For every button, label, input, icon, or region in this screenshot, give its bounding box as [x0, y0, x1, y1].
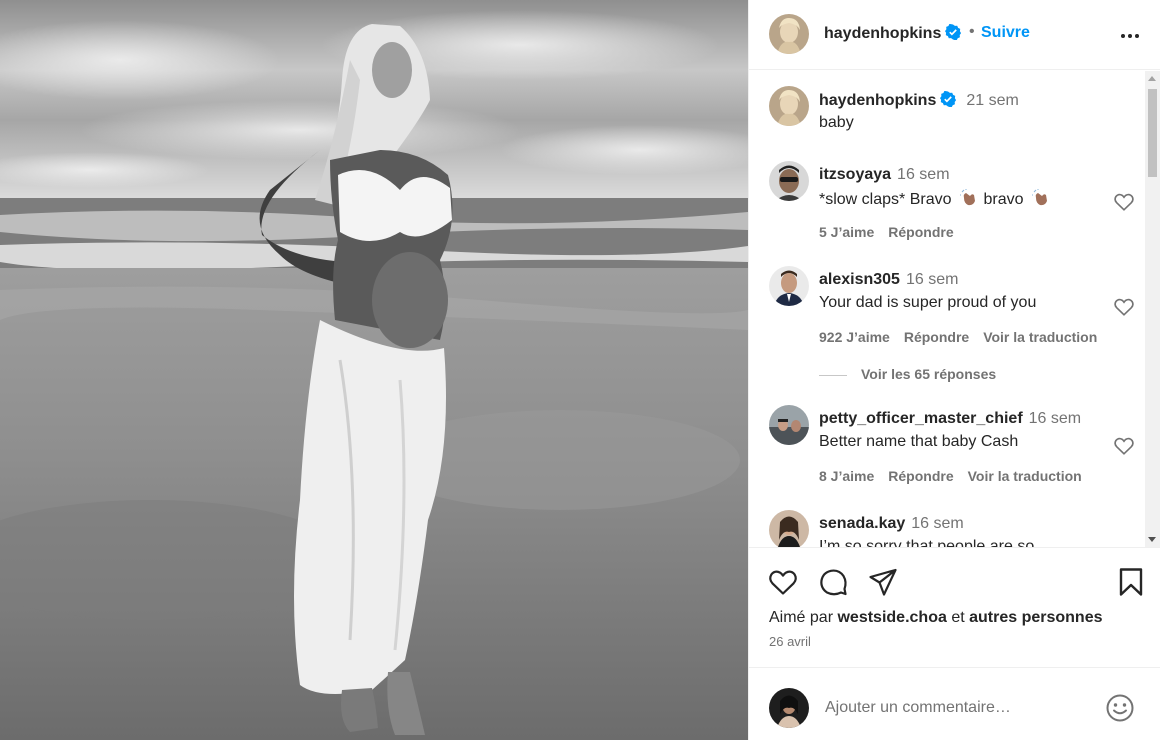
caption-username[interactable]: haydenhopkins 21 sem [819, 91, 1019, 110]
follow-button[interactable]: Suivre [981, 24, 1030, 42]
commenter-username[interactable]: petty_officer_master_chief 16 sem [819, 410, 1081, 428]
more-icon[interactable] [1118, 24, 1142, 48]
replies-divider [819, 374, 847, 376]
current-user-avatar [769, 688, 809, 728]
author-username[interactable]: haydenhopkins [824, 24, 962, 43]
add-comment-bar [749, 667, 1160, 740]
emoji-icon[interactable] [1105, 693, 1135, 723]
view-replies-button[interactable]: Voir les 65 réponses [819, 366, 996, 382]
bookmark-icon[interactable] [1115, 566, 1147, 598]
other-likers-link[interactable]: autres personnes [969, 609, 1102, 626]
heart-icon[interactable] [1113, 191, 1135, 213]
comment-likes-count[interactable]: 922 J’aime [819, 329, 890, 345]
commenter-username[interactable]: senada.kay 16 sem [819, 515, 964, 533]
post-header: haydenhopkins • Suivre [749, 0, 1160, 70]
heart-icon[interactable] [1113, 296, 1135, 318]
translate-button[interactable]: Voir la traduction [983, 329, 1097, 345]
comment-text: I’m so sorry that people are so [819, 538, 1035, 547]
comment-time: 16 sem [911, 515, 964, 532]
translate-button[interactable]: Voir la traduction [968, 468, 1082, 484]
comment-text: *slow claps* Bravo bravo [819, 189, 1056, 209]
comment-time: 16 sem [905, 271, 959, 288]
comment-time: 16 sem [897, 166, 950, 183]
comments-list[interactable]: haydenhopkins 21 sem baby itzsoyaya 16 sem… [749, 71, 1160, 547]
reply-button[interactable]: Répondre [904, 329, 969, 345]
author-avatar[interactable] [769, 14, 809, 54]
commenter-username[interactable]: alexisn305 16 sem [819, 271, 958, 289]
post-photo[interactable] [0, 0, 748, 740]
post-date[interactable]: 26 avril [769, 634, 811, 649]
comment-likes-count[interactable]: 8 J’aime [819, 468, 874, 484]
verified-icon [945, 24, 962, 40]
comment-icon[interactable] [817, 566, 849, 598]
reply-button[interactable]: Répondre [888, 468, 953, 484]
comment-likes-count[interactable]: 5 J’aime [819, 224, 874, 240]
clap-emoji-icon [1031, 189, 1047, 206]
comments-scrollbar[interactable] [1145, 71, 1160, 547]
commenter-username[interactable]: itzsoyaya 16 sem [819, 166, 950, 184]
commenter-avatar[interactable] [769, 161, 809, 201]
comment-text: Better name that baby Cash [819, 433, 1019, 450]
post-side-panel: haydenhopkins • Suivre haydenhopkins 21 s… [748, 0, 1160, 740]
beach-photo-illustration [0, 0, 748, 740]
comment-input[interactable] [825, 696, 1085, 720]
caption-time: 21 sem [966, 92, 1019, 109]
scroll-down-arrow[interactable] [1148, 537, 1156, 542]
scrollbar-thumb[interactable] [1148, 89, 1157, 177]
share-icon[interactable] [867, 566, 899, 598]
comment-item: itzsoyaya 16 sem *slow claps* Bravo bravo … [769, 161, 1139, 241]
comment-item: petty_officer_master_chief 16 sem Better … [769, 405, 1139, 485]
caption-text: baby [819, 114, 854, 131]
comment-meta: 5 J’aime Répondre [819, 224, 968, 240]
comment-item: alexisn305 16 sem Your dad is super proud… [769, 266, 1139, 346]
comment-text: Your dad is super proud of you [819, 294, 1037, 311]
comment-meta: 8 J’aime Répondre Voir la traduction [819, 468, 1096, 484]
heart-icon[interactable] [1113, 435, 1135, 457]
commenter-avatar[interactable] [769, 266, 809, 306]
clap-emoji-icon [959, 189, 975, 206]
comment-time: 16 sem [1028, 410, 1082, 427]
post-caption: haydenhopkins 21 sem baby [769, 86, 1139, 136]
post-actions: Aimé par westside.choa et autres personn… [749, 547, 1160, 667]
liked-by-text: Aimé par westside.choa et autres personn… [769, 609, 1103, 626]
comment-item: senada.kay 16 sem I’m so sorry that peopl… [769, 510, 1139, 547]
separator-dot: • [969, 23, 975, 40]
comment-meta: 922 J’aime Répondre Voir la traduction [819, 329, 1111, 345]
scroll-up-arrow[interactable] [1148, 76, 1156, 81]
heart-icon[interactable] [767, 566, 799, 598]
commenter-avatar[interactable] [769, 510, 809, 547]
verified-icon [940, 91, 957, 107]
reply-button[interactable]: Répondre [888, 224, 953, 240]
author-avatar-small[interactable] [769, 86, 809, 126]
commenter-avatar[interactable] [769, 405, 809, 445]
liker-username[interactable]: westside.choa [837, 609, 946, 626]
